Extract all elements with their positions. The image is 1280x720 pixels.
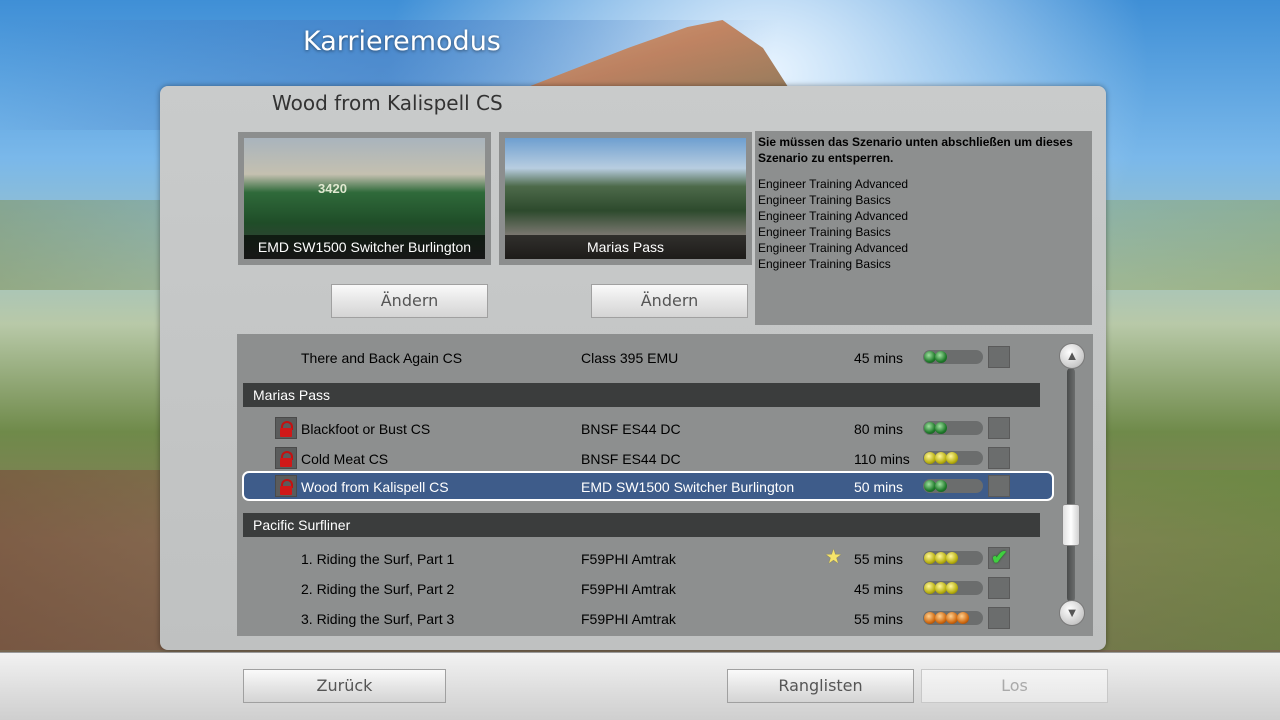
completion-box xyxy=(988,607,1010,629)
scenario-duration: 45 mins xyxy=(854,350,904,366)
scenario-duration: 45 mins xyxy=(854,581,904,597)
scenario-row[interactable]: 3. Riding the Surf, Part 3 F59PHI Amtrak 5… xyxy=(237,603,1049,633)
scrollbar[interactable]: ▲ ▼ xyxy=(1059,342,1085,628)
scenario-name: There and Back Again CS xyxy=(301,350,463,366)
difficulty-indicator xyxy=(923,611,983,625)
route-thumbnail: Marias Pass xyxy=(499,132,752,265)
scenario-name: 1. Riding the Surf, Part 1 xyxy=(301,551,455,567)
scenario-locomotive: BNSF ES44 DC xyxy=(581,451,681,467)
requirement-item: Engineer Training Advanced xyxy=(758,241,909,255)
scenario-list: ▲ ▼ There and Back Again CS Class 395 EMU… xyxy=(237,334,1093,636)
completion-box: ✔ xyxy=(988,547,1010,569)
scenario-name: 3. Riding the Surf, Part 3 xyxy=(301,611,455,627)
back-button[interactable]: Zurück xyxy=(243,669,446,703)
scenario-row[interactable]: 2. Riding the Surf, Part 2 F59PHI Amtrak 4… xyxy=(237,573,1049,603)
unlock-info-box: Sie müssen das Szenario unten abschließe… xyxy=(755,131,1092,325)
scenario-locomotive: EMD SW1500 Switcher Burlington xyxy=(581,479,795,495)
requirement-item: Engineer Training Advanced xyxy=(758,209,909,223)
scenario-duration: 110 mins xyxy=(854,451,910,467)
scenario-locomotive: F59PHI Amtrak xyxy=(581,611,676,627)
checkmark-icon: ✔ xyxy=(991,547,1008,569)
scenario-locomotive: BNSF ES44 DC xyxy=(581,421,681,437)
scenario-duration: 80 mins xyxy=(854,421,904,437)
scenario-duration: 55 mins xyxy=(854,611,904,627)
locomotive-thumbnail: 3420 EMD SW1500 Switcher Burlington xyxy=(238,132,491,265)
scroll-thumb[interactable] xyxy=(1062,503,1080,546)
difficulty-dot xyxy=(946,452,958,464)
completion-box xyxy=(988,447,1010,469)
chevron-down-icon[interactable]: ▼ xyxy=(1059,600,1085,626)
difficulty-indicator xyxy=(923,451,983,465)
locomotive-image: 3420 EMD SW1500 Switcher Burlington xyxy=(244,138,485,259)
requirement-list: Engineer Training Advanced Engineer Train… xyxy=(758,176,1089,272)
screen-title: Karrieremodus xyxy=(303,26,501,57)
scenario-name: Wood from Kalispell CS xyxy=(301,479,449,495)
route-image: Marias Pass xyxy=(505,138,746,259)
requirement-item: Engineer Training Basics xyxy=(758,225,891,239)
scenario-row-selected[interactable]: Wood from Kalispell CS EMD SW1500 Switche… xyxy=(242,471,1054,501)
completion-box xyxy=(988,417,1010,439)
difficulty-indicator xyxy=(923,551,983,565)
scenario-locomotive: Class 395 EMU xyxy=(581,350,679,366)
scenario-name: Cold Meat CS xyxy=(301,451,389,467)
locomotive-caption: EMD SW1500 Switcher Burlington xyxy=(244,235,485,259)
scenario-name: 2. Riding the Surf, Part 2 xyxy=(301,581,455,597)
leaderboard-button[interactable]: Ranglisten xyxy=(727,669,914,703)
change-route-button[interactable]: Ändern xyxy=(591,284,748,318)
lock-icon xyxy=(275,475,297,497)
difficulty-dot xyxy=(946,582,958,594)
scenario-row[interactable]: Blackfoot or Bust CS BNSF ES44 DC 80 mins xyxy=(237,413,1049,443)
scenario-row[interactable]: Cold Meat CS BNSF ES44 DC 110 mins xyxy=(237,443,1049,473)
scenario-heading: Wood from Kalispell CS xyxy=(272,91,503,115)
difficulty-dot xyxy=(946,552,958,564)
route-caption: Marias Pass xyxy=(505,235,746,259)
go-button[interactable]: Los xyxy=(921,669,1108,703)
scenario-row[interactable]: There and Back Again CS Class 395 EMU 45 m… xyxy=(237,342,1049,372)
difficulty-dot xyxy=(935,480,947,492)
difficulty-dot xyxy=(935,351,947,363)
difficulty-indicator xyxy=(923,581,983,595)
group-header: Pacific Surfliner xyxy=(243,513,1040,537)
lock-icon xyxy=(275,447,297,469)
scenario-duration: 55 mins xyxy=(854,551,904,567)
requirement-item: Engineer Training Basics xyxy=(758,257,891,271)
lock-icon xyxy=(275,417,297,439)
difficulty-indicator xyxy=(923,350,983,364)
requirement-item: Engineer Training Advanced xyxy=(758,177,909,191)
locomotive-number: 3420 xyxy=(318,181,347,196)
difficulty-indicator xyxy=(923,479,983,493)
difficulty-indicator xyxy=(923,421,983,435)
scenario-locomotive: F59PHI Amtrak xyxy=(581,551,676,567)
requirement-item: Engineer Training Basics xyxy=(758,193,891,207)
completion-box xyxy=(988,475,1010,497)
completion-box xyxy=(988,346,1010,368)
scroll-track[interactable] xyxy=(1067,368,1075,602)
scenario-duration: 50 mins xyxy=(854,479,904,495)
scenario-name: Blackfoot or Bust CS xyxy=(301,421,431,437)
difficulty-dot xyxy=(935,422,947,434)
unlock-message: Sie müssen das Szenario unten abschließe… xyxy=(758,135,1073,165)
chevron-up-icon[interactable]: ▲ xyxy=(1059,343,1085,369)
group-header: Marias Pass xyxy=(243,383,1040,407)
difficulty-dot xyxy=(957,612,969,624)
completion-box xyxy=(988,577,1010,599)
star-icon: ★ xyxy=(825,547,843,568)
scenario-locomotive: F59PHI Amtrak xyxy=(581,581,676,597)
scenario-row[interactable]: 1. Riding the Surf, Part 1 F59PHI Amtrak ★… xyxy=(237,543,1049,573)
change-locomotive-button[interactable]: Ändern xyxy=(331,284,488,318)
